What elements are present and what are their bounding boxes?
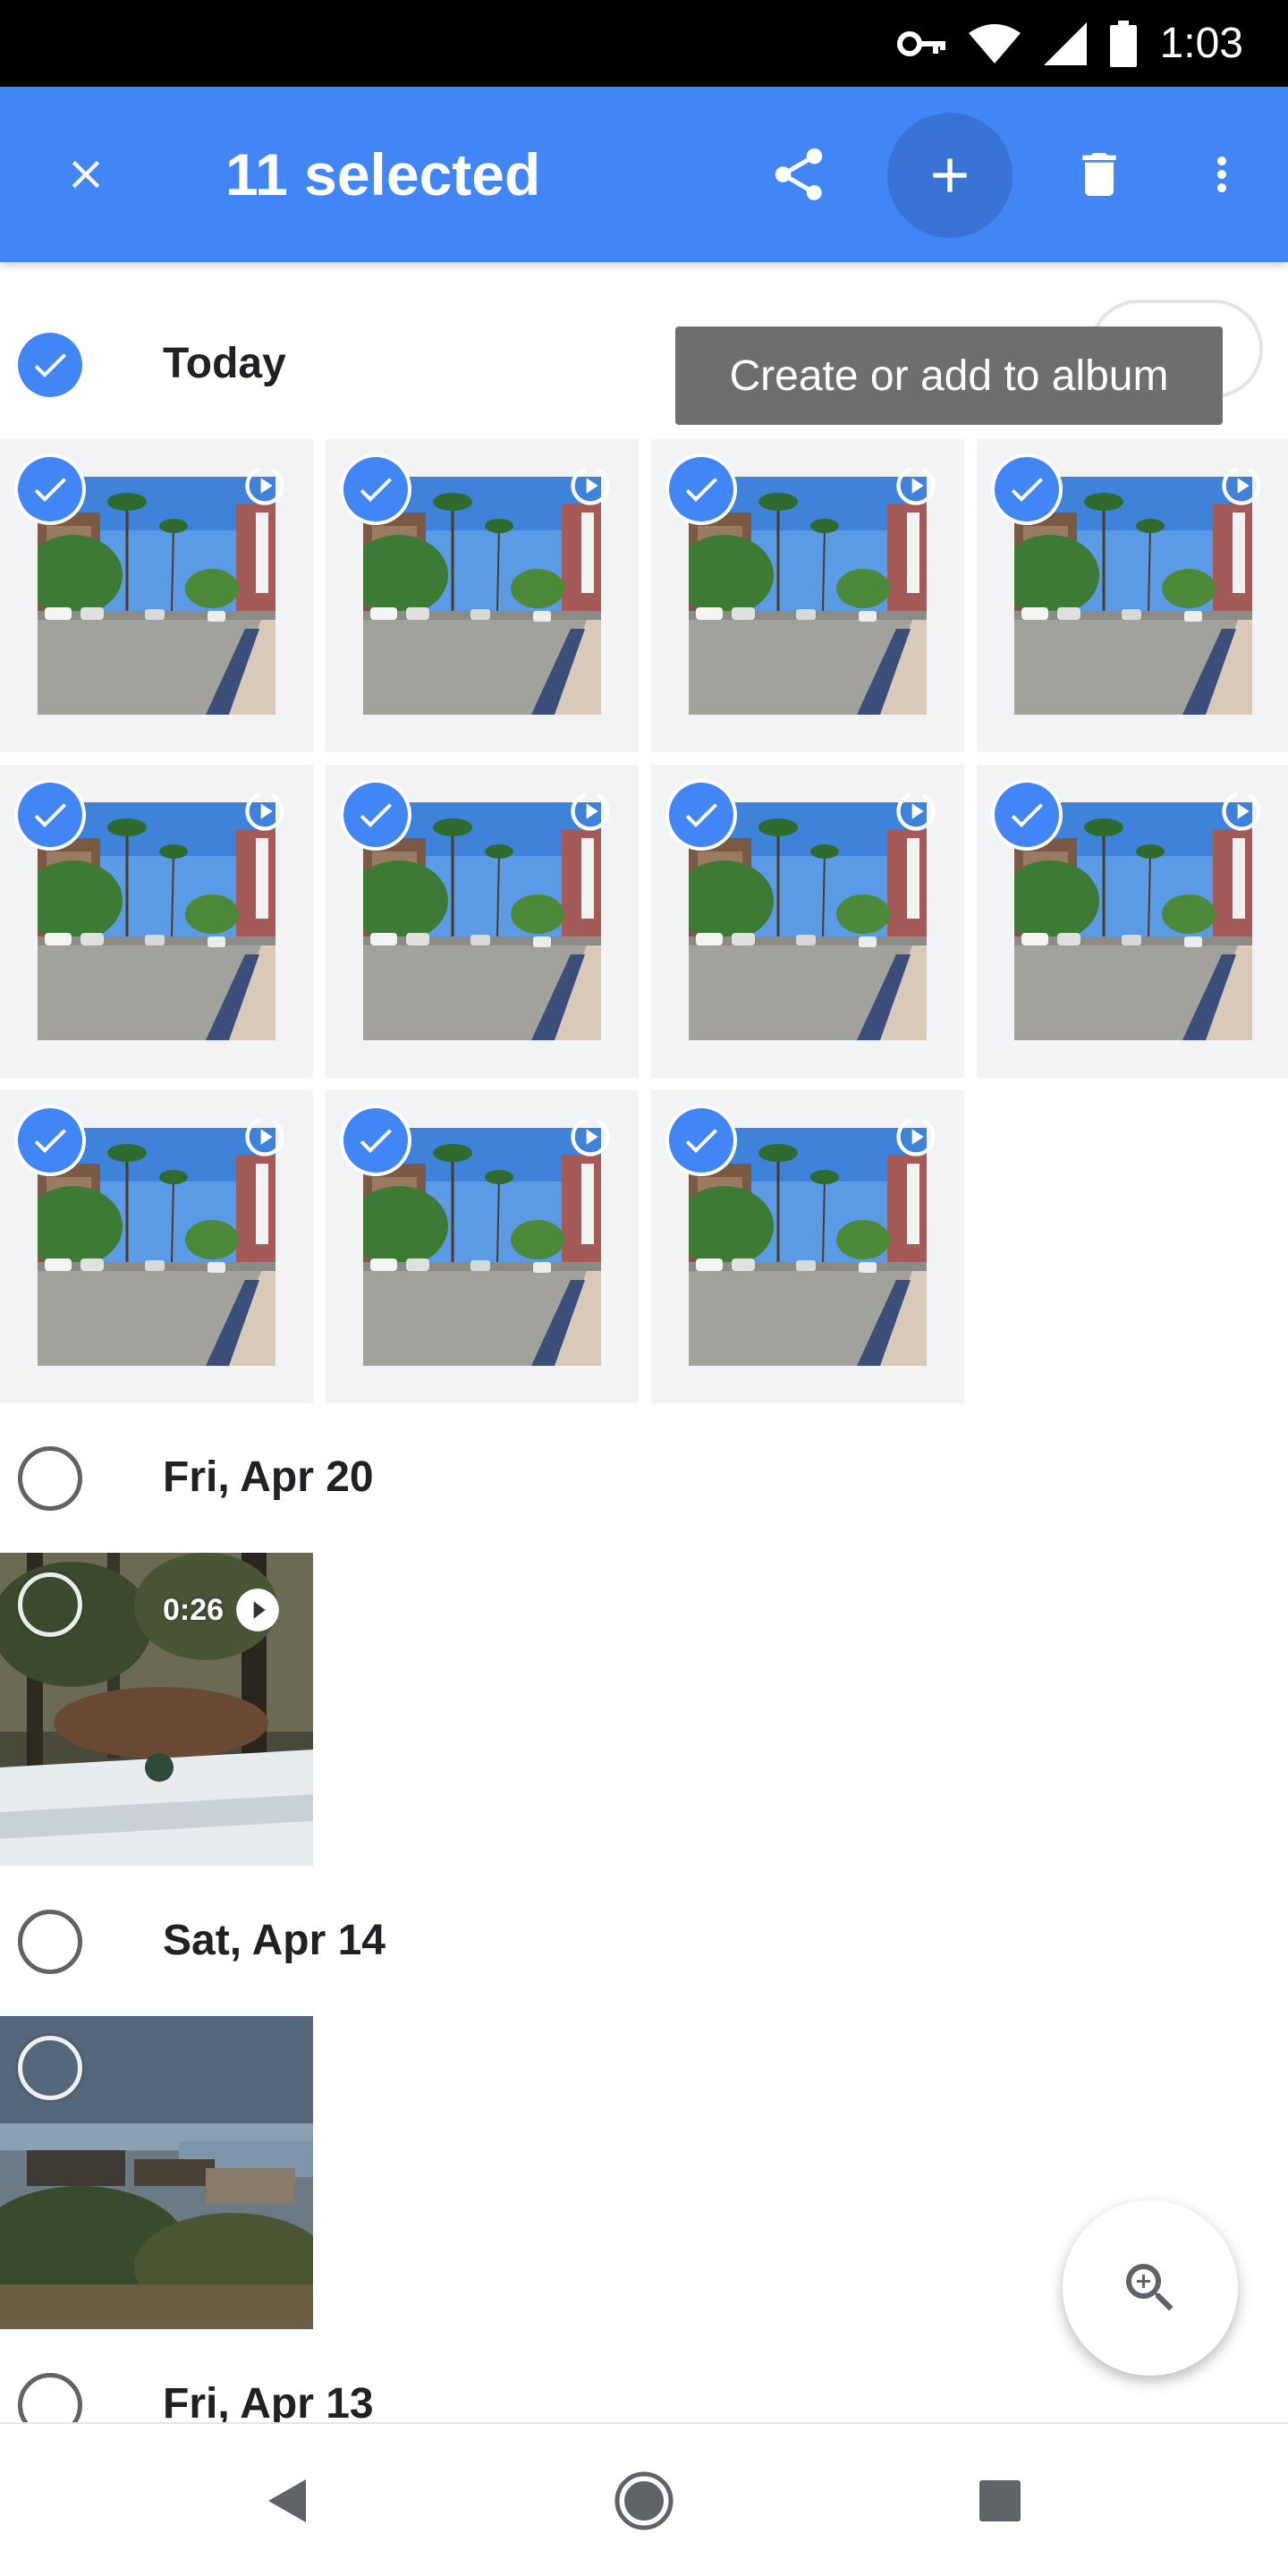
street-photo-thumbnail bbox=[38, 802, 275, 1040]
more-vert-icon bbox=[1217, 157, 1226, 192]
battery-icon bbox=[1109, 20, 1137, 67]
check-icon bbox=[354, 793, 397, 836]
photo-selected-checkbox[interactable] bbox=[343, 457, 408, 521]
photo-tile[interactable] bbox=[651, 439, 964, 752]
photo-selected-checkbox[interactable] bbox=[343, 783, 408, 847]
photo-tile[interactable] bbox=[326, 1090, 639, 1403]
back-icon bbox=[268, 2479, 306, 2522]
motion-photo-icon bbox=[567, 788, 614, 835]
close-selection-button[interactable] bbox=[45, 133, 127, 216]
photo-tile[interactable] bbox=[977, 765, 1288, 1078]
motion-photo-icon bbox=[242, 1114, 288, 1160]
photo-selected-checkbox[interactable] bbox=[18, 1108, 82, 1173]
photo-selected-checkbox[interactable] bbox=[18, 783, 82, 847]
section-date-label: Sat, Apr 14 bbox=[163, 1917, 386, 1964]
add-icon bbox=[933, 158, 967, 192]
zoom-in-button[interactable] bbox=[1063, 2200, 1238, 2376]
motion-photo-icon bbox=[893, 788, 939, 835]
motion-photo-icon bbox=[567, 462, 614, 509]
video-duration: 0:26 bbox=[163, 1592, 225, 1627]
motion-photo-icon bbox=[1218, 462, 1265, 509]
photo-tile[interactable] bbox=[0, 439, 313, 752]
motion-photo-icon bbox=[242, 462, 288, 509]
check-icon bbox=[680, 1119, 723, 1162]
street-photo-thumbnail bbox=[1014, 477, 1252, 715]
street-photo-thumbnail bbox=[1014, 802, 1252, 1040]
photo-tile[interactable] bbox=[0, 1090, 313, 1403]
check-icon bbox=[354, 468, 397, 511]
check-icon bbox=[680, 468, 723, 511]
photo-tile[interactable] bbox=[651, 765, 964, 1078]
vpn-key-icon bbox=[896, 30, 945, 56]
add-to-album-button[interactable] bbox=[887, 113, 1013, 238]
select-section-today-checkbox[interactable] bbox=[18, 333, 82, 397]
photo-selected-checkbox[interactable] bbox=[995, 457, 1059, 521]
street-photo-thumbnail bbox=[689, 477, 927, 715]
home-button[interactable] bbox=[599, 2456, 689, 2546]
check-icon bbox=[680, 793, 723, 836]
recents-button[interactable] bbox=[955, 2456, 1045, 2546]
section-date-label: Fri, Apr 20 bbox=[163, 1453, 374, 1501]
photo-selected-checkbox[interactable] bbox=[18, 457, 82, 521]
back-button[interactable] bbox=[242, 2456, 331, 2546]
video-duration-badge: 0:26 bbox=[163, 1587, 281, 1633]
check-icon bbox=[1005, 793, 1048, 836]
section-date-label: Today bbox=[163, 340, 286, 387]
photo-selected-checkbox[interactable] bbox=[995, 783, 1059, 847]
street-photo-thumbnail bbox=[38, 1128, 275, 1366]
motion-photo-icon bbox=[567, 1114, 614, 1160]
play-circle-icon bbox=[236, 1589, 279, 1631]
photo-selected-checkbox[interactable] bbox=[669, 783, 733, 847]
street-photo-thumbnail bbox=[689, 802, 927, 1040]
video-tile[interactable]: 0:26 bbox=[0, 1553, 313, 1866]
section-header-apr14: Sat, Apr 14 bbox=[0, 1892, 1288, 1990]
select-video-checkbox[interactable] bbox=[18, 1572, 82, 1637]
photo-tile[interactable] bbox=[326, 439, 639, 752]
motion-photo-icon bbox=[1218, 788, 1265, 835]
check-icon bbox=[29, 468, 72, 511]
close-icon bbox=[72, 160, 100, 189]
wifi-icon bbox=[968, 23, 1021, 64]
street-photo-thumbnail bbox=[689, 1128, 927, 1366]
status-time: 1:03 bbox=[1159, 20, 1243, 67]
share-button[interactable] bbox=[758, 133, 840, 216]
share-icon bbox=[775, 148, 823, 200]
select-section-apr14-checkbox[interactable] bbox=[18, 1910, 82, 1974]
check-icon bbox=[1005, 468, 1048, 511]
add-to-album-tooltip: Create or add to album bbox=[675, 326, 1223, 425]
delete-icon bbox=[1082, 153, 1116, 196]
section-header-apr20: Fri, Apr 20 bbox=[0, 1428, 1288, 1527]
photo-selected-checkbox[interactable] bbox=[343, 1108, 408, 1173]
signal-icon bbox=[1043, 21, 1087, 65]
motion-photo-icon bbox=[242, 788, 288, 835]
photo-tile[interactable] bbox=[651, 1090, 964, 1403]
status-bar: 1:03 bbox=[0, 0, 1288, 87]
motion-photo-icon bbox=[893, 1114, 939, 1160]
photo-tile[interactable] bbox=[0, 765, 313, 1078]
street-photo-thumbnail bbox=[363, 802, 601, 1040]
street-photo-thumbnail bbox=[363, 1128, 601, 1366]
photo-tile[interactable] bbox=[0, 2016, 313, 2329]
photo-tile[interactable] bbox=[326, 765, 639, 1078]
select-photo-checkbox[interactable] bbox=[18, 2036, 82, 2100]
street-photo-thumbnail bbox=[38, 477, 275, 715]
street-photo-thumbnail bbox=[363, 477, 601, 715]
check-icon bbox=[29, 793, 72, 836]
selection-app-bar: 11 selected bbox=[0, 87, 1288, 262]
select-section-apr20-checkbox[interactable] bbox=[18, 1446, 82, 1511]
selection-count-title: 11 selected bbox=[225, 141, 541, 208]
system-navigation-bar bbox=[0, 2422, 1288, 2576]
photo-tile[interactable] bbox=[977, 439, 1288, 752]
delete-button[interactable] bbox=[1058, 133, 1140, 216]
check-icon bbox=[29, 343, 72, 386]
check-icon bbox=[354, 1119, 397, 1162]
photo-selected-checkbox[interactable] bbox=[669, 457, 733, 521]
home-icon bbox=[614, 2471, 674, 2530]
check-icon bbox=[29, 1119, 72, 1162]
more-options-button[interactable] bbox=[1181, 133, 1263, 216]
recents-icon bbox=[979, 2480, 1021, 2521]
photo-selected-checkbox[interactable] bbox=[669, 1108, 733, 1173]
zoom-in-icon bbox=[1126, 2264, 1174, 2311]
motion-photo-icon bbox=[893, 462, 939, 509]
